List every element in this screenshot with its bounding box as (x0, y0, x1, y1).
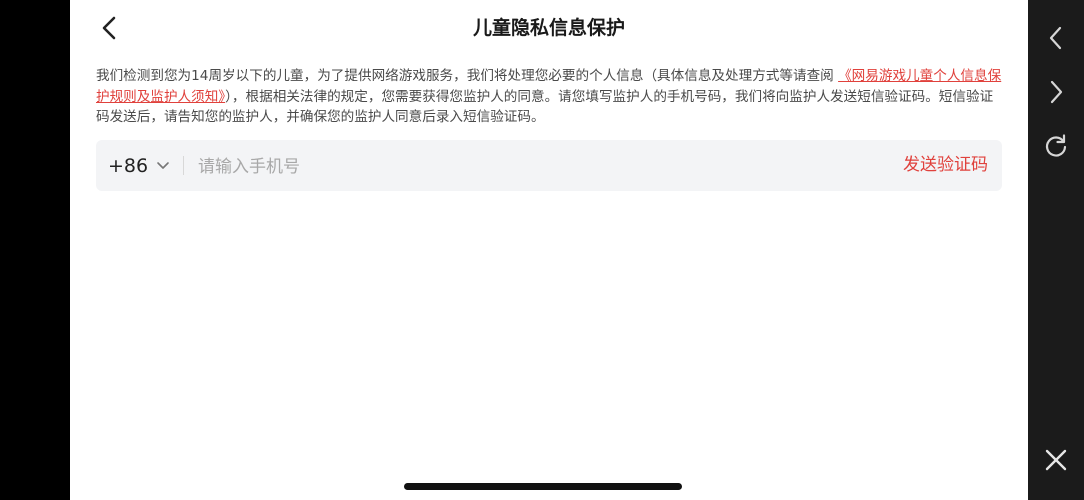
rail-close-button[interactable] (1042, 446, 1070, 474)
phone-input-row: +86 发送验证码 (96, 140, 1002, 191)
country-code-select[interactable]: +86 (108, 140, 170, 191)
country-code-value: +86 (108, 154, 149, 177)
chevron-right-icon (1050, 80, 1063, 104)
send-code-button[interactable]: 发送验证码 (903, 140, 988, 191)
home-indicator[interactable] (404, 483, 682, 490)
guardian-consent-panel: 儿童隐私信息保护 我们检测到您为14周岁以下的儿童，为了提供网络游戏服务，我们将… (70, 0, 1028, 500)
rail-back-button[interactable] (1042, 24, 1070, 52)
refresh-icon (1045, 134, 1067, 157)
left-black-bar (0, 0, 70, 500)
notice-text: 我们检测到您为14周岁以下的儿童，为了提供网络游戏服务，我们将处理您必要的个人信… (96, 66, 1002, 128)
chevron-left-icon (1049, 26, 1062, 50)
page-title: 儿童隐私信息保护 (472, 17, 625, 39)
notice-text-after: ），根据相关法律的规定，您需要获得您监护人的同意。请您填写监护人的手机号码，我们… (96, 88, 994, 126)
notice-text-before: 我们检测到您为14周岁以下的儿童，为了提供网络游戏服务，我们将处理您必要的个人信… (96, 68, 839, 84)
rail-refresh-button[interactable] (1042, 132, 1070, 160)
right-control-rail (1028, 0, 1084, 500)
rail-forward-button[interactable] (1042, 78, 1070, 106)
divider (183, 156, 184, 175)
chevron-down-icon (157, 161, 169, 169)
phone-number-input[interactable] (196, 148, 760, 185)
close-icon (1045, 449, 1067, 471)
